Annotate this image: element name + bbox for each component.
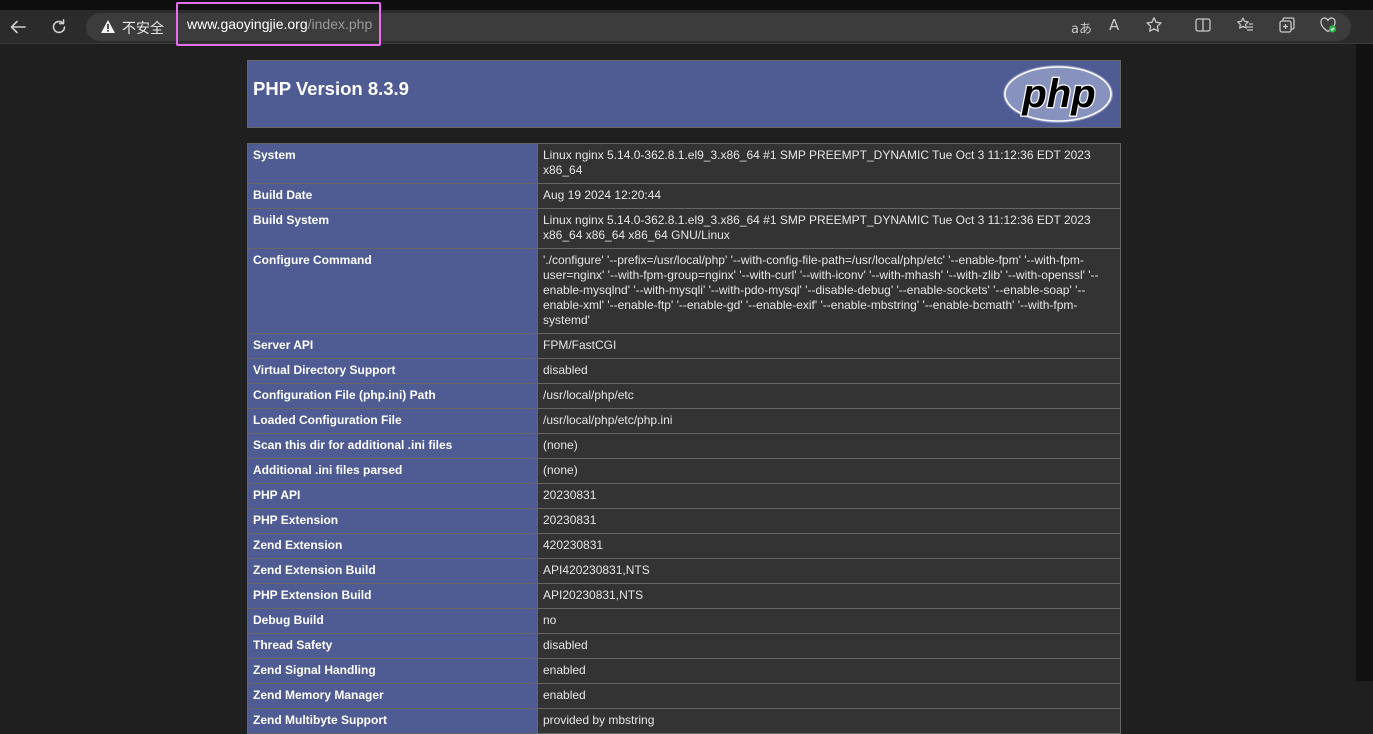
row-value: no <box>537 608 1121 634</box>
insecure-label: 不安全 <box>122 21 164 37</box>
table-row: Configure Command './configure' '--prefix… <box>247 248 1121 334</box>
table-row: Thread Safety disabled <box>247 633 1121 659</box>
row-key: Zend Multibyte Support <box>247 708 538 734</box>
row-value: provided by mbstring <box>537 708 1121 734</box>
row-key: Scan this dir for additional .ini files <box>247 433 538 459</box>
row-value: (none) <box>537 458 1121 484</box>
row-key: Configure Command <box>247 248 538 334</box>
read-aloud-icon[interactable]: A <box>1109 16 1119 34</box>
table-row: Virtual Directory Support disabled <box>247 358 1121 384</box>
row-key: Zend Extension <box>247 533 538 559</box>
phpinfo-page: PHP Version 8.3.9 php System Linux nginx … <box>247 60 1121 734</box>
row-value: './configure' '--prefix=/usr/local/php' … <box>537 248 1121 334</box>
favorites-icon[interactable] <box>1236 16 1254 38</box>
table-row: Build System Linux nginx 5.14.0-362.8.1.e… <box>247 208 1121 249</box>
table-row: Zend Extension 420230831 <box>247 533 1121 559</box>
row-key: Configuration File (php.ini) Path <box>247 383 538 409</box>
security-indicator[interactable]: 不安全 <box>100 17 164 39</box>
row-value: 420230831 <box>537 533 1121 559</box>
table-row: System Linux nginx 5.14.0-362.8.1.el9_3.x… <box>247 143 1121 184</box>
row-key: Virtual Directory Support <box>247 358 538 384</box>
row-key: Loaded Configuration File <box>247 408 538 434</box>
row-key: Thread Safety <box>247 633 538 659</box>
row-key: Zend Extension Build <box>247 558 538 584</box>
page-title: PHP Version 8.3.9 <box>253 78 409 99</box>
collections-icon[interactable] <box>1278 16 1296 38</box>
phpinfo-table: System Linux nginx 5.14.0-362.8.1.el9_3.x… <box>247 143 1121 734</box>
row-key: PHP Extension <box>247 508 538 534</box>
table-row: Server API FPM/FastCGI <box>247 333 1121 359</box>
row-value: (none) <box>537 433 1121 459</box>
favorite-star-icon[interactable] <box>1145 16 1163 38</box>
row-value: enabled <box>537 683 1121 709</box>
row-value: enabled <box>537 658 1121 684</box>
split-screen-icon[interactable] <box>1194 16 1212 38</box>
back-arrow-icon[interactable] <box>3 12 33 42</box>
table-row: Zend Multibyte Support provided by mbstri… <box>247 708 1121 734</box>
table-row: PHP API 20230831 <box>247 483 1121 509</box>
table-row: Debug Build no <box>247 608 1121 634</box>
row-value: Linux nginx 5.14.0-362.8.1.el9_3.x86_64 … <box>537 143 1121 184</box>
row-value: API420230831,NTS <box>537 558 1121 584</box>
url-path: /index.php <box>307 16 373 32</box>
row-value: FPM/FastCGI <box>537 333 1121 359</box>
browser-toolbar: 不安全 www.gaoyingjie.org/index.php aあ A <box>0 2 1373 46</box>
phpinfo-header: PHP Version 8.3.9 php <box>247 60 1121 128</box>
table-row: Zend Signal Handling enabled <box>247 658 1121 684</box>
translate-icon[interactable]: aあ <box>1071 18 1092 37</box>
table-row: Zend Extension Build API420230831,NTS <box>247 558 1121 584</box>
table-row: PHP Extension Build API20230831,NTS <box>247 583 1121 609</box>
row-value: API20230831,NTS <box>537 583 1121 609</box>
table-row: Additional .ini files parsed (none) <box>247 458 1121 484</box>
row-value: /usr/local/php/etc <box>537 383 1121 409</box>
url-text[interactable]: www.gaoyingjie.org/index.php <box>176 2 381 46</box>
table-row: Zend Memory Manager enabled <box>247 683 1121 709</box>
row-value: Linux nginx 5.14.0-362.8.1.el9_3.x86_64 … <box>537 208 1121 249</box>
php-logo[interactable]: php <box>1002 64 1114 124</box>
table-row: Configuration File (php.ini) Path/usr/lo… <box>247 383 1121 409</box>
row-key: Build Date <box>247 183 538 209</box>
row-value: 20230831 <box>537 483 1121 509</box>
row-key: Zend Memory Manager <box>247 683 538 709</box>
php-logo-text: php <box>1021 72 1095 116</box>
table-row: Scan this dir for additional .ini files(… <box>247 433 1121 459</box>
row-key: Server API <box>247 333 538 359</box>
table-row: PHP Extension 20230831 <box>247 508 1121 534</box>
row-key: Debug Build <box>247 608 538 634</box>
row-value: /usr/local/php/etc/php.ini <box>537 408 1121 434</box>
table-row: Build Date Aug 19 2024 12:20:44 <box>247 183 1121 209</box>
row-key: Additional .ini files parsed <box>247 458 538 484</box>
refresh-icon[interactable] <box>44 12 74 42</box>
row-key: Build System <box>247 208 538 249</box>
row-value: disabled <box>537 633 1121 659</box>
browser-essentials-icon[interactable] <box>1319 16 1337 38</box>
row-value: disabled <box>537 358 1121 384</box>
scrollbar-track[interactable] <box>1356 44 1373 681</box>
url-host: www.gaoyingjie.org <box>187 16 308 32</box>
row-key: Zend Signal Handling <box>247 658 538 684</box>
row-value: Aug 19 2024 12:20:44 <box>537 183 1121 209</box>
row-key: PHP API <box>247 483 538 509</box>
table-row: Loaded Configuration File/usr/local/php/… <box>247 408 1121 434</box>
row-value: 20230831 <box>537 508 1121 534</box>
row-key: System <box>247 143 538 184</box>
row-key: PHP Extension Build <box>247 583 538 609</box>
warning-icon <box>100 19 116 38</box>
